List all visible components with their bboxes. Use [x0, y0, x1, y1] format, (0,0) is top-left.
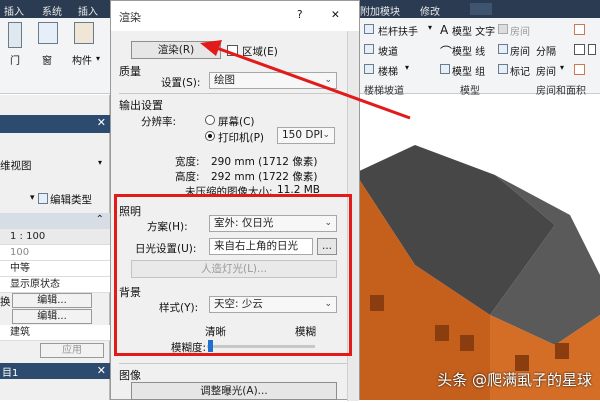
arrow-line: [213, 45, 411, 120]
annotation-arrow: [200, 40, 411, 120]
watermark: 头条 @爬满虱子的星球: [437, 371, 592, 389]
arrow-head: [200, 40, 222, 56]
